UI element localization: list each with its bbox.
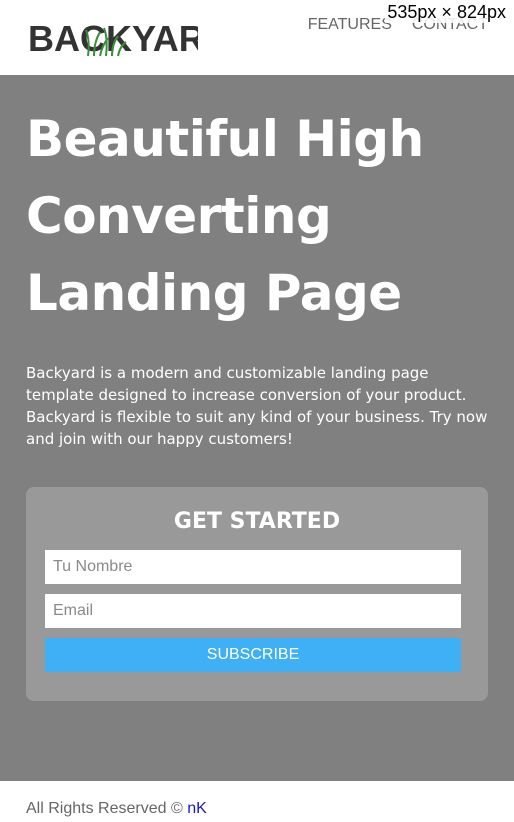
hero-section: Beautiful High Converting Landing Page B… [0, 75, 514, 781]
dimensions-readout: 535px × 824px [385, 2, 508, 23]
site-header: BACKYARD FEATURES CONTACT 535px × 824px [0, 0, 514, 75]
name-input[interactable] [45, 550, 461, 584]
subscribe-button[interactable]: SUBSCRIBE [45, 638, 461, 672]
copyright-label: All Rights Reserved © [26, 800, 183, 817]
nav-features[interactable]: FEATURES [308, 16, 392, 34]
site-footer: All Rights Reserved © nK [0, 781, 514, 822]
copyright-text: All Rights Reserved © nK [26, 800, 207, 818]
author-link[interactable]: nK [187, 800, 207, 817]
hero-description: Backyard is a modern and customizable la… [26, 364, 488, 448]
backyard-logo[interactable]: BACKYARD [28, 18, 198, 58]
hero-title: Beautiful High Converting Landing Page [26, 110, 424, 322]
email-input[interactable] [45, 594, 461, 628]
form-heading: GET STARTED [173, 509, 341, 534]
signup-form: GET STARTED SUBSCRIBE [26, 487, 488, 701]
